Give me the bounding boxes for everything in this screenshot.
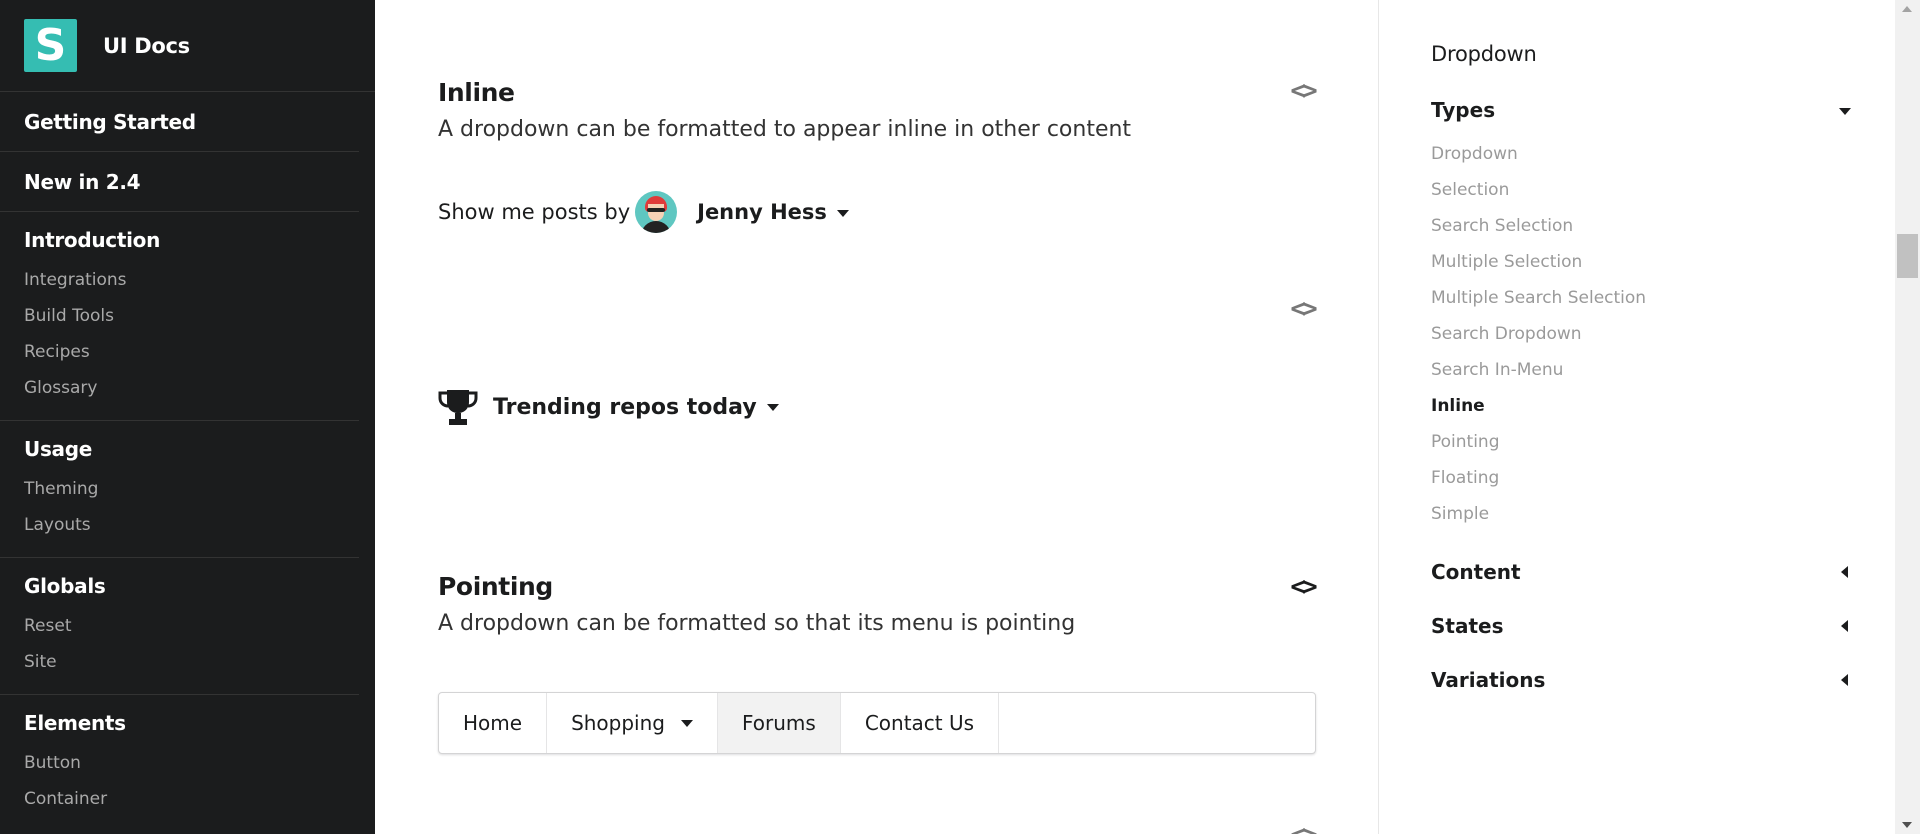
toc-category-label: States	[1431, 614, 1504, 638]
trending-dropdown[interactable]: Trending repos today	[438, 388, 779, 426]
toc-category-label: Types	[1431, 98, 1496, 122]
sidebar-heading[interactable]: Introduction	[24, 228, 335, 252]
toc-item-selection[interactable]: Selection	[1431, 172, 1646, 208]
toc-types-list: Dropdown Selection Search Selection Mult…	[1431, 136, 1646, 532]
sidebar-section-usage: Usage Theming Layouts	[0, 421, 359, 558]
toc-category-label: Content	[1431, 560, 1521, 584]
toc-item-multiple-search-selection[interactable]: Multiple Search Selection	[1431, 280, 1646, 316]
caret-down-icon	[1839, 108, 1851, 115]
code-toggle-icon[interactable]: <>	[1286, 574, 1318, 600]
section-description-pointing: A dropdown can be formatted so that its …	[438, 611, 1076, 636]
sidebar-item-integrations[interactable]: Integrations	[24, 262, 335, 298]
main-content: Inline <> A dropdown can be formatted to…	[375, 0, 1378, 834]
sidebar-section-globals: Globals Reset Site	[0, 558, 359, 695]
sidebar-heading[interactable]: Globals	[24, 574, 335, 598]
toc-item-search-in-menu[interactable]: Search In-Menu	[1431, 352, 1646, 388]
caret-left-icon	[1841, 620, 1848, 632]
trophy-icon	[438, 390, 478, 425]
toc-item-floating[interactable]: Floating	[1431, 460, 1646, 496]
code-toggle-icon[interactable]: <>	[1286, 78, 1318, 104]
avatar	[635, 191, 678, 233]
sidebar-item-recipes[interactable]: Recipes	[24, 334, 335, 370]
menu-item-shopping-label: Shopping	[571, 711, 665, 735]
sidebar-heading[interactable]: Elements	[24, 711, 335, 735]
brand[interactable]: S UI Docs	[0, 0, 375, 92]
sidebar-item-theming[interactable]: Theming	[24, 471, 335, 507]
sidebar-item-button[interactable]: Button	[24, 745, 335, 781]
caret-left-icon	[1841, 566, 1848, 578]
inline-dropdown-example: Show me posts by Jenny Hess	[438, 190, 849, 234]
sidebar-section-getting-started[interactable]: Getting Started	[0, 92, 359, 152]
code-toggle-icon[interactable]: <>	[1286, 822, 1318, 834]
sidebar-section-new[interactable]: New in 2.4	[0, 152, 359, 212]
pointing-menu: Home Shopping Forums Contact Us	[438, 692, 1316, 754]
caret-down-icon	[681, 719, 693, 727]
caret-down-icon	[766, 403, 779, 411]
code-toggle-icon[interactable]: <>	[1286, 296, 1318, 322]
toc-item-pointing[interactable]: Pointing	[1431, 424, 1646, 460]
menu-item-home[interactable]: Home	[439, 693, 548, 753]
toc-title: Dropdown	[1431, 42, 1537, 66]
scroll-thumb[interactable]	[1897, 234, 1918, 278]
caret-down-icon	[836, 209, 849, 217]
toc-item-simple[interactable]: Simple	[1431, 496, 1646, 532]
sidebar-item-layouts[interactable]: Layouts	[24, 507, 335, 543]
table-of-contents: Dropdown Types Dropdown Selection Search…	[1379, 0, 1895, 834]
toc-item-search-dropdown[interactable]: Search Dropdown	[1431, 316, 1646, 352]
sidebar-item-glossary[interactable]: Glossary	[24, 370, 335, 406]
toc-item-multiple-selection[interactable]: Multiple Selection	[1431, 244, 1646, 280]
caret-left-icon	[1841, 674, 1848, 686]
sidebar-section-elements: Elements Button Container	[0, 695, 359, 831]
user-dropdown-label: Jenny Hess	[697, 200, 827, 224]
scroll-down-icon[interactable]	[1902, 822, 1912, 828]
example-prefix: Show me posts by	[438, 200, 631, 224]
sidebar-item-build-tools[interactable]: Build Tools	[24, 298, 335, 334]
sidebar: S UI Docs Getting Started New in 2.4 Int…	[0, 0, 375, 834]
toc-item-search-selection[interactable]: Search Selection	[1431, 208, 1646, 244]
toc-category-states[interactable]: States	[1431, 614, 1851, 638]
trending-label: Trending repos today	[493, 394, 757, 420]
toc-category-types[interactable]: Types	[1431, 98, 1851, 122]
user-dropdown[interactable]: Jenny Hess	[697, 200, 849, 224]
sidebar-heading[interactable]: New in 2.4	[24, 170, 141, 194]
menu-item-shopping[interactable]: Shopping	[547, 693, 718, 753]
scroll-up-icon[interactable]	[1902, 6, 1912, 12]
sidebar-item-reset[interactable]: Reset	[24, 608, 335, 644]
section-title-pointing: Pointing	[438, 572, 553, 601]
sidebar-section-introduction: Introduction Integrations Build Tools Re…	[0, 212, 359, 421]
toc-category-label: Variations	[1431, 668, 1546, 692]
toc-item-dropdown[interactable]: Dropdown	[1431, 136, 1646, 172]
semantic-logo-icon: S	[24, 19, 77, 72]
page-scrollbar[interactable]	[1895, 0, 1920, 834]
brand-name: UI Docs	[103, 33, 190, 58]
toc-category-content[interactable]: Content	[1431, 560, 1851, 584]
toc-item-inline[interactable]: Inline	[1431, 388, 1646, 424]
section-title-inline: Inline	[438, 78, 515, 107]
toc-category-variations[interactable]: Variations	[1431, 668, 1851, 692]
section-description-inline: A dropdown can be formatted to appear in…	[438, 117, 1132, 142]
sidebar-item-container[interactable]: Container	[24, 781, 335, 817]
sidebar-heading[interactable]: Usage	[24, 437, 335, 461]
menu-item-contact-us[interactable]: Contact Us	[841, 693, 1000, 753]
sidebar-heading[interactable]: Getting Started	[24, 110, 196, 134]
sidebar-item-site[interactable]: Site	[24, 644, 335, 680]
menu-item-forums[interactable]: Forums	[718, 693, 841, 753]
